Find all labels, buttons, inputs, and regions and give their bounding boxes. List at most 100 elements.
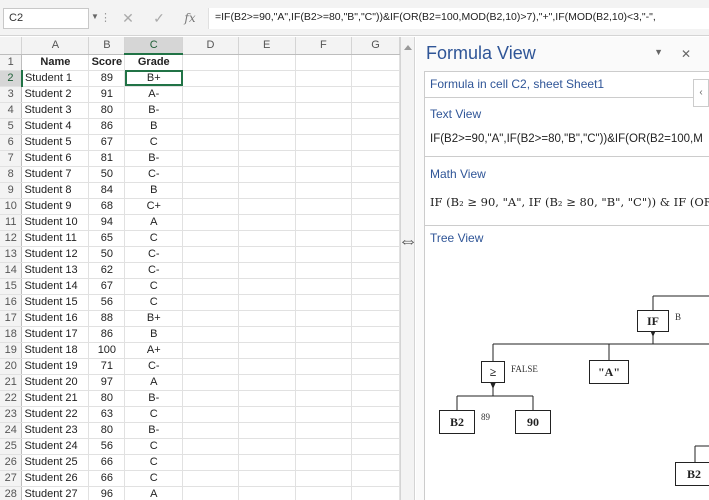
cell-grade[interactable]: C- (124, 262, 184, 279)
enter-button[interactable]: ✓ (148, 9, 170, 27)
cell-grade[interactable]: C (124, 134, 184, 151)
row-header[interactable]: 24 (0, 422, 23, 439)
cell[interactable] (238, 486, 296, 500)
cell-score[interactable]: 84 (88, 182, 126, 199)
cell[interactable] (238, 262, 296, 279)
select-all-corner[interactable] (0, 37, 23, 55)
cell-name[interactable]: Student 24 (21, 438, 90, 455)
cell[interactable] (351, 134, 400, 151)
cell-name[interactable]: Student 27 (21, 486, 90, 500)
cell[interactable] (351, 326, 400, 343)
row-header[interactable]: 8 (0, 166, 23, 183)
cell-name[interactable]: Student 14 (21, 278, 90, 295)
cell[interactable] (351, 150, 400, 167)
cell[interactable] (295, 230, 353, 247)
cell[interactable] (238, 278, 296, 295)
cell-grade[interactable]: C (124, 406, 184, 423)
cell[interactable] (182, 390, 239, 407)
cell-grade[interactable]: B (124, 118, 184, 135)
cell-grade[interactable]: A (124, 486, 184, 500)
cell-score[interactable]: 100 (88, 342, 126, 359)
cell[interactable] (238, 406, 296, 423)
cell[interactable] (238, 166, 296, 183)
cell-score[interactable]: 81 (88, 150, 126, 167)
cell-score[interactable]: 50 (88, 246, 126, 263)
column-header-f[interactable]: F (295, 37, 353, 55)
row-header[interactable]: 22 (0, 390, 23, 407)
cell[interactable] (182, 486, 239, 500)
cell[interactable] (238, 422, 296, 439)
cell-grade[interactable]: C- (124, 166, 184, 183)
cell[interactable] (351, 374, 400, 391)
row-header[interactable]: 17 (0, 310, 23, 327)
cell-name[interactable]: Student 25 (21, 454, 90, 471)
cell-grade[interactable]: C (124, 230, 184, 247)
column-header-b[interactable]: B (88, 37, 126, 55)
cell-score[interactable]: 66 (88, 470, 126, 487)
row-header[interactable]: 5 (0, 118, 23, 135)
cell[interactable] (182, 310, 239, 327)
cell[interactable] (351, 214, 400, 231)
row-header[interactable]: 19 (0, 342, 23, 359)
cell-score[interactable]: 88 (88, 310, 126, 327)
cell[interactable] (295, 406, 353, 423)
cell[interactable] (182, 262, 239, 279)
cell[interactable] (238, 150, 296, 167)
cell[interactable] (182, 374, 239, 391)
cell[interactable] (238, 438, 296, 455)
row-header[interactable]: 1 (0, 54, 23, 71)
cell-grade[interactable]: B- (124, 422, 184, 439)
cell-score[interactable]: 67 (88, 134, 126, 151)
cell[interactable] (295, 294, 353, 311)
tree-node-if[interactable]: IF (637, 310, 669, 332)
formula-input[interactable]: =IF(B2>=90,"A",IF(B2>=80,"B","C"))&IF(OR… (208, 8, 709, 29)
cell[interactable] (295, 150, 353, 167)
cell-score[interactable]: 96 (88, 486, 126, 500)
cell[interactable] (182, 150, 239, 167)
cell[interactable] (182, 86, 239, 103)
cell[interactable] (295, 310, 353, 327)
row-header[interactable]: 11 (0, 214, 23, 231)
cell[interactable] (295, 246, 353, 263)
cell[interactable] (182, 246, 239, 263)
column-header-c[interactable]: C (124, 37, 184, 55)
cell-name[interactable]: Student 2 (21, 86, 90, 103)
cell[interactable] (295, 166, 353, 183)
cell[interactable] (351, 118, 400, 135)
cell[interactable] (182, 54, 239, 71)
cell[interactable] (238, 70, 296, 87)
cell[interactable] (238, 198, 296, 215)
cell-name[interactable]: Student 6 (21, 150, 90, 167)
drag-handle-icon[interactable]: ⋮ (100, 11, 111, 24)
tree-node-gte[interactable]: ≥ (481, 361, 505, 383)
cell[interactable] (182, 70, 239, 87)
row-header[interactable]: 13 (0, 246, 23, 263)
cell[interactable] (351, 102, 400, 119)
cell-grade[interactable]: B- (124, 390, 184, 407)
cell-name[interactable]: Student 4 (21, 118, 90, 135)
cell[interactable] (295, 438, 353, 455)
cell[interactable] (182, 326, 239, 343)
cell-score[interactable]: 89 (88, 70, 126, 87)
name-box[interactable]: C2 (3, 8, 89, 29)
cell[interactable] (182, 294, 239, 311)
cell[interactable] (182, 470, 239, 487)
cell-grade[interactable]: B (124, 326, 184, 343)
cell-name[interactable]: Student 8 (21, 182, 90, 199)
collapse-pane-button[interactable]: ‹ (693, 79, 709, 107)
vertical-scrollbar[interactable] (400, 37, 415, 500)
cell-score[interactable]: 80 (88, 422, 126, 439)
cell-grade[interactable]: B (124, 182, 184, 199)
row-header[interactable]: 2 (0, 70, 23, 87)
cell[interactable] (238, 214, 296, 231)
cell-score[interactable]: 50 (88, 166, 126, 183)
row-header[interactable]: 12 (0, 230, 23, 247)
cell-name[interactable]: Student 11 (21, 230, 90, 247)
math-view-content[interactable]: IF (B₂ ≥ 90, "A", IF (B₂ ≥ 80, "B", "C")… (430, 195, 709, 209)
cell-name[interactable]: Student 26 (21, 470, 90, 487)
cell[interactable] (351, 406, 400, 423)
cell[interactable] (351, 262, 400, 279)
cell-grade[interactable]: A- (124, 86, 184, 103)
cell[interactable] (295, 358, 353, 375)
cell[interactable] (295, 70, 353, 87)
